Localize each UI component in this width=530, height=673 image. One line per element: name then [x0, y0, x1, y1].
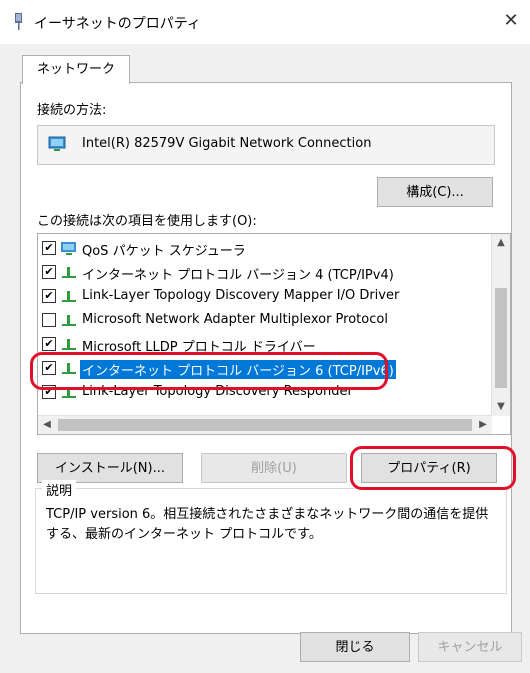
properties-highlight-annotation: [350, 446, 516, 490]
tab-network[interactable]: ネットワーク: [22, 55, 131, 84]
close-button[interactable]: ✕: [498, 8, 524, 34]
checkbox[interactable]: ✔: [42, 265, 56, 279]
list-item-qos[interactable]: ✔ QoS パケット スケジューラ: [38, 236, 490, 260]
description-text: TCP/IP version 6。相互接続されたさまざまなネットワーク間の通信を…: [46, 507, 489, 542]
adapter-name: Intel(R) 82579V Gigabit Network Connecti…: [82, 136, 372, 151]
list-item-label: Link-Layer Topology Discovery Mapper I/O…: [82, 288, 400, 303]
checkbox[interactable]: ✔: [42, 289, 56, 303]
vertical-scroll-thumb[interactable]: [495, 288, 507, 388]
protocol-icon: [62, 315, 76, 326]
checkbox[interactable]: ✔: [42, 241, 56, 255]
ipv6-highlight-annotation: [30, 352, 388, 390]
list-item-lltd-mapper[interactable]: ✔ Link-Layer Topology Discovery Mapper I…: [38, 284, 490, 308]
chevron-up-icon[interactable]: ▲: [492, 234, 510, 252]
checkbox[interactable]: ✔: [42, 337, 56, 351]
adapter-box: Intel(R) 82579V Gigabit Network Connecti…: [37, 125, 495, 165]
cancel-button[interactable]: キャンセル: [418, 632, 522, 662]
list-item-label: QoS パケット スケジューラ: [82, 244, 246, 259]
network-adapter-icon: [48, 136, 66, 151]
title-bar: イーサネットのプロパティ ✕: [0, 0, 530, 44]
window-title: イーサネットのプロパティ: [34, 16, 201, 32]
qos-scheduler-icon: [61, 242, 76, 255]
horizontal-scrollbar[interactable]: ◀ ▶: [38, 415, 492, 434]
protocol-icon: [62, 339, 76, 350]
components-list[interactable]: ✔ QoS パケット スケジューラ ✔ インターネット プロトコル バージョン …: [37, 233, 511, 435]
checkbox[interactable]: [42, 313, 56, 327]
chevron-right-icon[interactable]: ▶: [474, 416, 492, 434]
close-icon: ✕: [503, 10, 519, 31]
vertical-scrollbar[interactable]: ▲ ▼: [491, 234, 510, 416]
list-item-label: Microsoft Network Adapter Multiplexor Pr…: [82, 312, 388, 327]
horizontal-scroll-thumb[interactable]: [58, 419, 472, 431]
connect-using-label: 接続の方法:: [37, 103, 107, 118]
list-item-multiplexor[interactable]: Microsoft Network Adapter Multiplexor Pr…: [38, 308, 490, 332]
list-item-label: インターネット プロトコル バージョン 4 (TCP/IPv4): [82, 268, 394, 283]
protocol-icon: [62, 291, 76, 302]
uninstall-button[interactable]: 削除(U): [201, 453, 347, 483]
chevron-left-icon[interactable]: ◀: [38, 416, 56, 434]
list-item-ipv4[interactable]: ✔ インターネット プロトコル バージョン 4 (TCP/IPv4): [38, 260, 490, 284]
items-label: この接続は次の項目を使用します(O):: [37, 214, 257, 229]
install-button[interactable]: インストール(N)...: [37, 453, 183, 483]
properties-dialog: イーサネットのプロパティ ✕ ネットワーク 接続の方法: Intel(R) 82…: [0, 0, 530, 673]
protocol-icon: [62, 267, 76, 278]
description-title: 説明: [42, 480, 77, 499]
configure-button[interactable]: 構成(C)...: [377, 177, 493, 207]
close-dialog-button[interactable]: 閉じる: [300, 632, 410, 662]
network-adapter-icon: [15, 13, 22, 30]
description-group: 説明 TCP/IP version 6。相互接続されたさまざまなネットワーク間の…: [35, 480, 507, 594]
chevron-down-icon[interactable]: ▼: [492, 398, 510, 416]
